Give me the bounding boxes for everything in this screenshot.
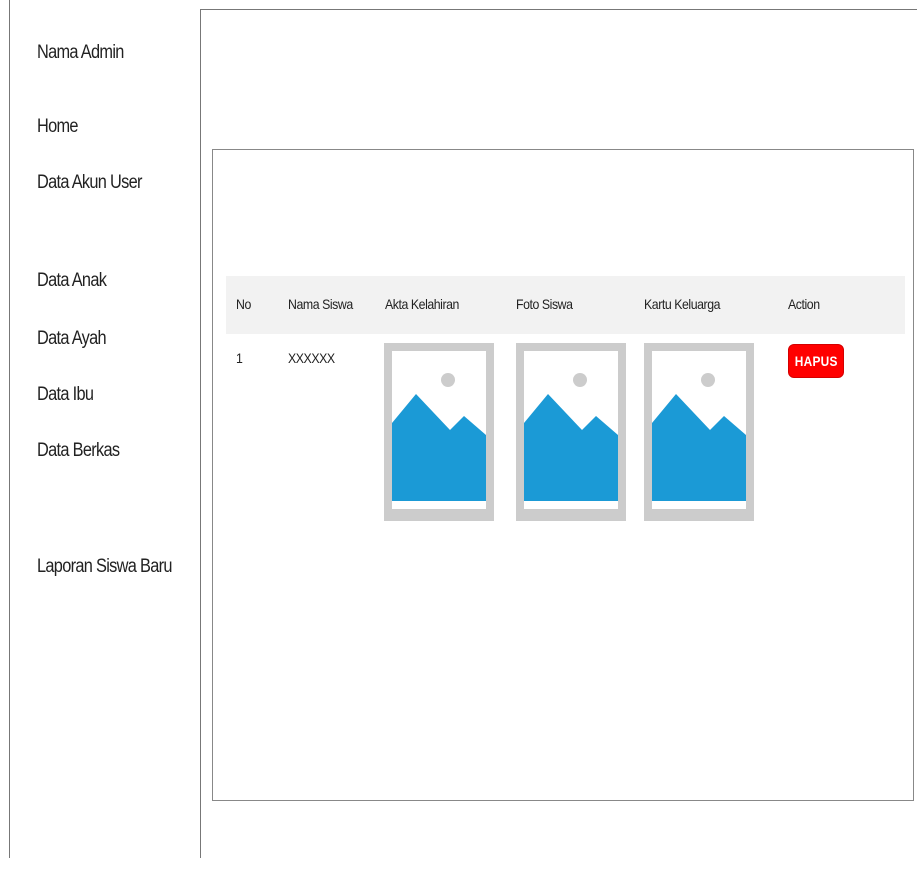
kartu-keluarga-image-icon[interactable]: [644, 343, 754, 521]
column-header-action: Action: [788, 296, 820, 312]
row-number: 1: [236, 350, 243, 366]
student-name: XXXXXX: [288, 350, 335, 366]
column-header-foto-siswa: Foto Siswa: [516, 296, 573, 312]
sidebar-item-data-ayah[interactable]: Data Ayah: [37, 328, 107, 350]
akta-kelahiran-image-icon[interactable]: [384, 343, 494, 521]
admin-name: Nama Admin: [37, 42, 124, 63]
column-header-nama-siswa: Nama Siswa: [288, 296, 353, 312]
left-border: [9, 0, 10, 858]
delete-button[interactable]: HAPUS: [788, 344, 844, 378]
content-panel: No Nama Siswa Akta Kelahiran Foto Siswa …: [212, 149, 914, 801]
top-border: [200, 9, 917, 10]
sidebar-item-data-akun-user[interactable]: Data Akun User: [37, 172, 142, 194]
sidebar-item-data-ibu[interactable]: Data Ibu: [37, 384, 94, 406]
sidebar-item-laporan-siswa-baru[interactable]: Laporan Siswa Baru: [37, 556, 172, 578]
sidebar-item-home[interactable]: Home: [37, 116, 79, 138]
sidebar-divider: [200, 9, 201, 858]
foto-siswa-image-icon[interactable]: [516, 343, 626, 521]
column-header-kartu-keluarga: Kartu Keluarga: [644, 296, 721, 312]
sidebar-item-data-berkas[interactable]: Data Berkas: [37, 440, 120, 462]
sidebar-item-data-anak[interactable]: Data Anak: [37, 270, 107, 292]
column-header-akta-kelahiran: Akta Kelahiran: [385, 296, 459, 312]
column-header-no: No: [236, 296, 251, 312]
delete-button-label: HAPUS: [794, 353, 838, 369]
table-header: No Nama Siswa Akta Kelahiran Foto Siswa …: [226, 276, 905, 334]
